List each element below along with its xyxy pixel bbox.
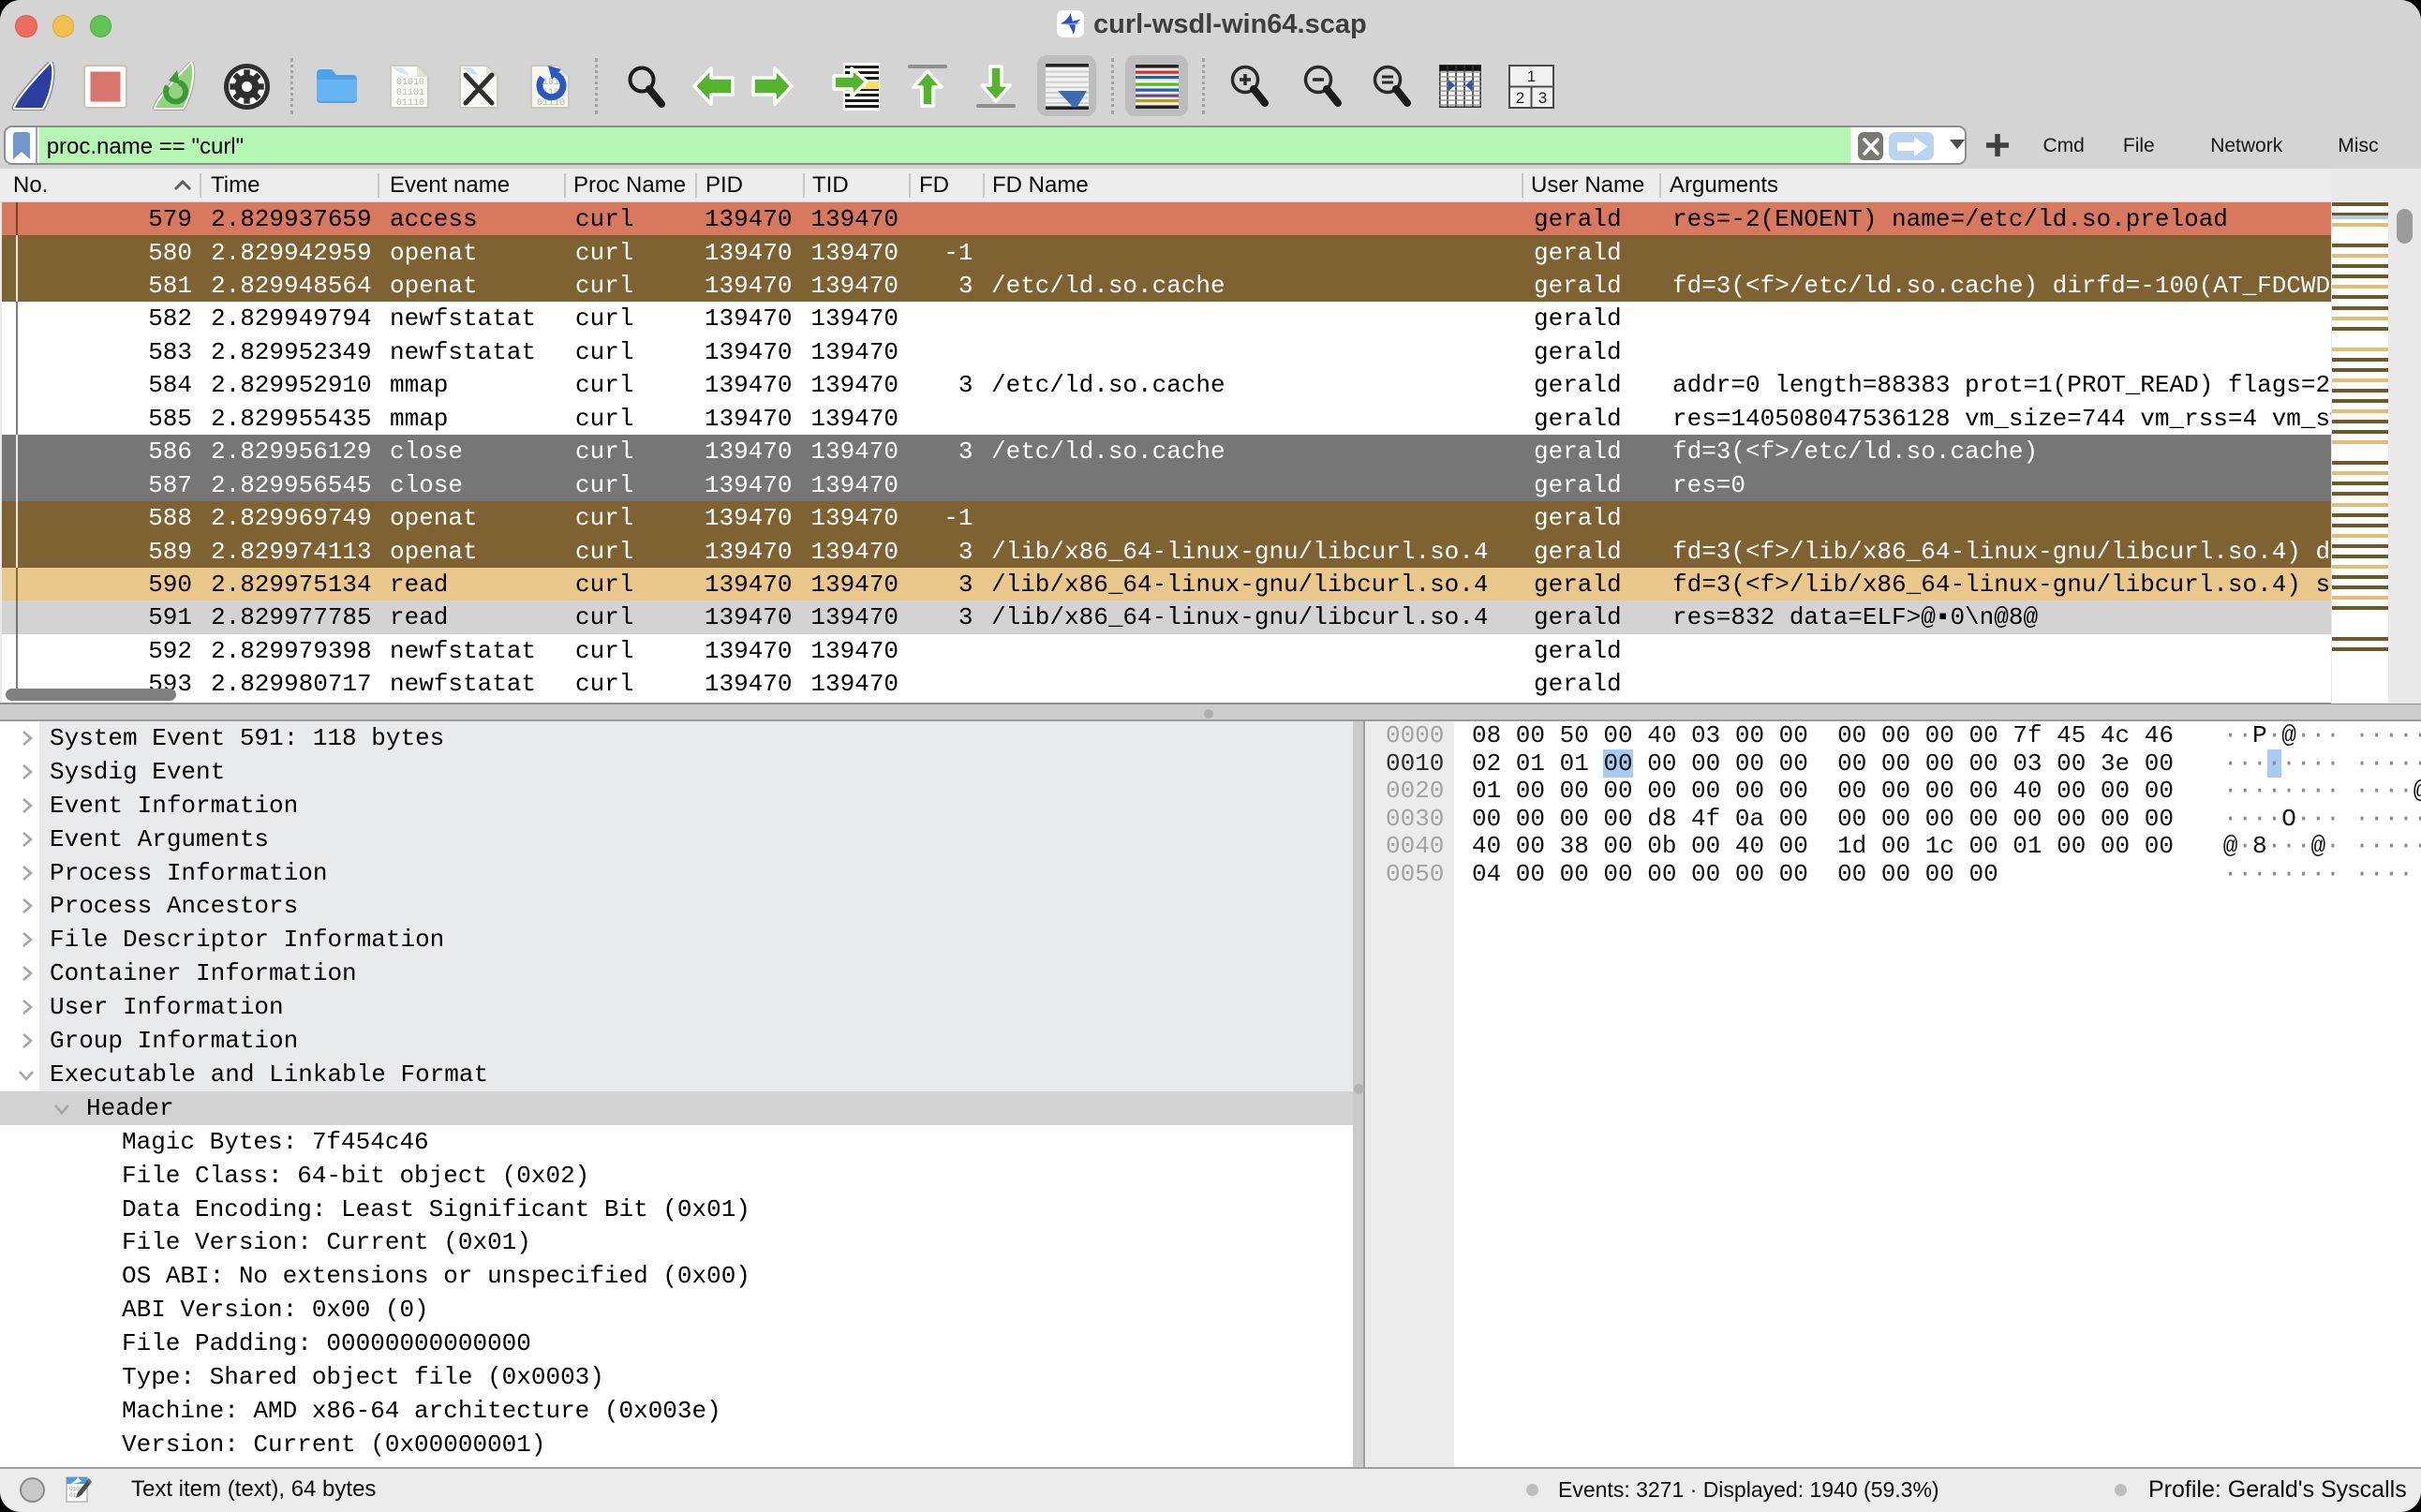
svg-text:1: 1 [1527,67,1536,85]
svg-text:01101: 01101 [396,88,424,98]
svg-text:010: 010 [69,1486,80,1492]
svg-text:01010: 01010 [396,78,424,88]
svg-text:2: 2 [1516,89,1524,107]
svg-text:3: 3 [1538,89,1547,107]
svg-text:01110: 01110 [396,98,424,109]
